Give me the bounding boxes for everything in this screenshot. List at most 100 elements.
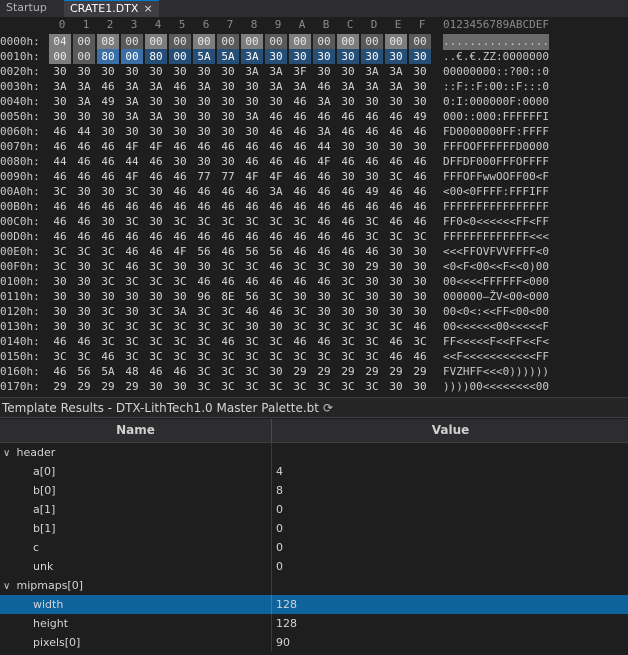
hex-byte[interactable]: 30 (169, 124, 191, 139)
hex-byte[interactable]: 46 (97, 199, 119, 214)
hex-byte[interactable]: 3C (193, 214, 215, 229)
hex-byte[interactable]: 3C (97, 304, 119, 319)
hex-byte[interactable]: 46 (289, 334, 311, 349)
hex-byte[interactable]: 4F (121, 139, 143, 154)
hex-byte[interactable]: 3C (385, 169, 407, 184)
hex-byte[interactable]: 3C (49, 244, 71, 259)
hex-byte[interactable]: 46 (361, 199, 383, 214)
hex-byte[interactable]: 30 (145, 64, 167, 79)
hex-byte[interactable]: 00 (385, 34, 407, 49)
hex-byte[interactable]: 46 (241, 229, 263, 244)
template-row[interactable]: ∨ mipmaps[0] (0, 576, 628, 595)
hex-byte[interactable]: 30 (385, 274, 407, 289)
hex-byte[interactable]: 46 (409, 124, 431, 139)
hex-byte[interactable]: 46 (49, 214, 71, 229)
hex-byte[interactable]: 46 (337, 184, 359, 199)
hex-byte[interactable]: 3C (289, 214, 311, 229)
hex-byte[interactable]: 46 (265, 199, 287, 214)
hex-byte[interactable]: 46 (49, 364, 71, 379)
hex-byte[interactable]: 46 (289, 169, 311, 184)
hex-byte[interactable]: 3F (289, 64, 311, 79)
hex-byte[interactable]: 30 (385, 94, 407, 109)
hex-byte[interactable]: 30 (73, 64, 95, 79)
hex-byte[interactable]: 3A (73, 94, 95, 109)
hex-byte[interactable]: 3C (289, 379, 311, 394)
ascii-text[interactable]: 000::000:FFFFFFI (443, 109, 549, 125)
hex-byte[interactable]: 46 (193, 229, 215, 244)
hex-byte[interactable]: 30 (49, 319, 71, 334)
hex-byte[interactable]: 30 (265, 49, 287, 64)
hex-byte[interactable]: 5A (97, 364, 119, 379)
hex-byte[interactable]: 3A (265, 79, 287, 94)
template-value[interactable]: 128 (276, 595, 297, 614)
hex-byte[interactable]: 3A (241, 49, 263, 64)
hex-byte[interactable]: 46 (169, 139, 191, 154)
hex-byte[interactable]: 3C (289, 304, 311, 319)
hex-byte[interactable]: 30 (193, 64, 215, 79)
hex-byte[interactable]: 46 (97, 154, 119, 169)
hex-byte[interactable]: 3C (97, 274, 119, 289)
hex-byte[interactable]: 30 (169, 289, 191, 304)
hex-byte[interactable]: 30 (337, 169, 359, 184)
hex-byte[interactable]: 46 (265, 274, 287, 289)
hex-byte[interactable]: 30 (313, 289, 335, 304)
hex-byte[interactable]: 4F (169, 244, 191, 259)
hex-byte[interactable]: 3C (193, 379, 215, 394)
hex-byte[interactable]: 3C (217, 304, 239, 319)
hex-byte[interactable]: 3C (217, 319, 239, 334)
hex-byte[interactable]: 3C (265, 214, 287, 229)
hex-byte[interactable]: 46 (145, 244, 167, 259)
hex-byte[interactable]: 46 (337, 109, 359, 124)
hex-byte[interactable]: 46 (409, 349, 431, 364)
hex-byte[interactable]: 46 (265, 139, 287, 154)
hex-byte[interactable]: 46 (289, 199, 311, 214)
hex-byte[interactable]: 3C (265, 379, 287, 394)
hex-byte[interactable]: 46 (97, 79, 119, 94)
hex-byte[interactable]: 3C (193, 334, 215, 349)
hex-byte[interactable]: 46 (193, 199, 215, 214)
hex-byte[interactable]: 46 (265, 154, 287, 169)
hex-byte[interactable]: 30 (49, 304, 71, 319)
hex-byte[interactable]: 3C (241, 334, 263, 349)
hex-byte[interactable]: 8E (217, 289, 239, 304)
hex-byte[interactable]: 56 (73, 364, 95, 379)
hex-byte[interactable]: 30 (73, 274, 95, 289)
hex-byte[interactable]: 3C (313, 319, 335, 334)
ascii-text[interactable]: ))))00<<<<<<<<00 (443, 379, 549, 395)
hex-byte[interactable]: 46 (385, 349, 407, 364)
hex-byte[interactable]: 30 (49, 64, 71, 79)
ascii-text[interactable]: FFFOOFFFFFFD0000 (443, 139, 549, 155)
hex-byte[interactable]: 30 (97, 184, 119, 199)
hex-byte[interactable]: 3C (409, 229, 431, 244)
ascii-text[interactable]: 000000–ŽV<00<000 (443, 289, 549, 305)
hex-byte[interactable]: 3C (241, 349, 263, 364)
hex-byte[interactable]: 3A (313, 124, 335, 139)
hex-byte[interactable]: 30 (241, 124, 263, 139)
hex-byte[interactable]: 30 (265, 94, 287, 109)
template-row[interactable]: pixels[0] 90 (0, 633, 628, 652)
hex-byte[interactable]: 46 (289, 184, 311, 199)
template-row[interactable]: unk 0 (0, 557, 628, 576)
ascii-text[interactable]: 0:I:000000F:0000 (443, 94, 549, 110)
hex-byte[interactable]: 30 (265, 364, 287, 379)
hex-byte[interactable]: 30 (409, 64, 431, 79)
hex-byte[interactable]: 4F (313, 154, 335, 169)
hex-byte[interactable]: 3A (337, 79, 359, 94)
hex-byte[interactable]: 3C (337, 349, 359, 364)
hex-byte[interactable]: 46 (289, 124, 311, 139)
ascii-text[interactable]: FFFFFFFFFFFFF<<< (443, 229, 549, 245)
hex-byte[interactable]: 46 (241, 199, 263, 214)
hex-byte[interactable]: 46 (265, 109, 287, 124)
hex-byte[interactable]: 46 (385, 214, 407, 229)
hex-byte[interactable]: 3C (121, 274, 143, 289)
hex-byte[interactable]: 3C (289, 349, 311, 364)
hex-byte[interactable]: 3C (361, 229, 383, 244)
ascii-text[interactable]: 00<<<<<<00<<<<<F (443, 319, 549, 335)
template-row[interactable]: a[0] 4 (0, 462, 628, 481)
hex-byte[interactable]: 46 (217, 334, 239, 349)
hex-byte[interactable]: 46 (313, 109, 335, 124)
hex-byte[interactable]: 30 (145, 379, 167, 394)
hex-byte[interactable]: 30 (361, 94, 383, 109)
close-icon[interactable]: × (143, 2, 152, 15)
ascii-text[interactable]: 00000000::?00::0 (443, 64, 549, 80)
